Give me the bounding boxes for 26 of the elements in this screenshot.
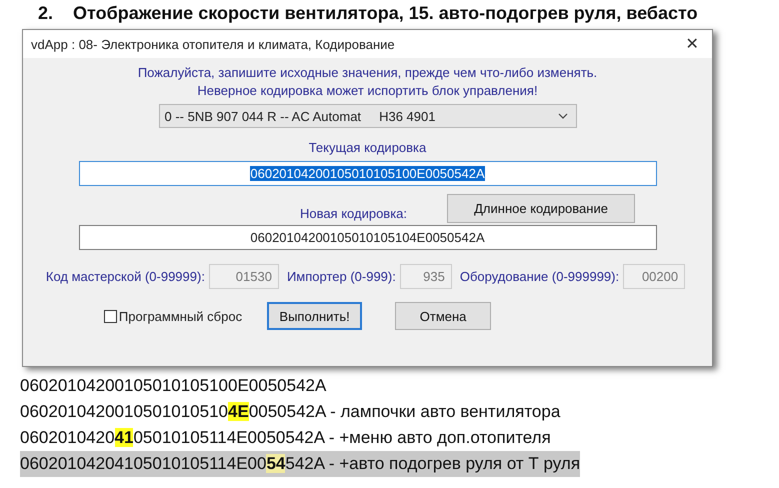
field-label: Код мастерской (0-99999): [46, 269, 205, 284]
caret-icon [558, 113, 568, 119]
warning-text: Пожалуйста, запишите исходные значения, прежде чем что-либо изменять. [138, 64, 598, 82]
number-field[interactable]: 00200 [623, 264, 686, 289]
long-coding-button[interactable]: Длинное кодирование [447, 194, 636, 223]
number-field[interactable]: 935 [400, 264, 452, 289]
field-label: Импортер (0-999): [286, 269, 396, 284]
new-coding-field[interactable]: 06020104200105010105104E0050542A [78, 225, 656, 250]
dialog-button[interactable]: Выполнить! [267, 302, 362, 330]
dialog-button[interactable]: Отмена [395, 302, 492, 330]
checkbox[interactable] [104, 310, 117, 322]
new-coding-label: Новая кодировка: [300, 206, 408, 221]
module-dropdown[interactable]: 0 -- 5NB 907 044 R -- AC Automat H36 4901 [158, 104, 576, 128]
window-title: vdApp : 08- Электроника отопителя и климата, Кодирование [31, 36, 395, 52]
warning-text: Неверное кодировка может испортить блок управления! [197, 82, 538, 100]
coding-note: 06020104200105010105100E0050542A [20, 375, 326, 397]
heading-text: Отображение скорости вентилятора, 15. авто-подогрев руля, вебасто [73, 3, 698, 25]
coding-note: 06020104204105010105114E0054542A - +авто подогрев руля от Т руля [20, 451, 580, 477]
field-label: Оборудование (0-999999): [460, 269, 620, 284]
coding-note: 06020104200105010105104E0050542A - лампочки авто вентилятора [20, 401, 560, 423]
current-coding-field[interactable]: 06020104200105010105100E0050542A [78, 161, 656, 186]
close-button[interactable]: ✕ [672, 30, 712, 58]
checkbox-label: Программный сброс [118, 308, 242, 324]
heading-number: 2. [38, 3, 54, 25]
number-field[interactable]: 01530 [208, 264, 279, 289]
current-coding-label: Текущая кодировка [308, 140, 426, 155]
